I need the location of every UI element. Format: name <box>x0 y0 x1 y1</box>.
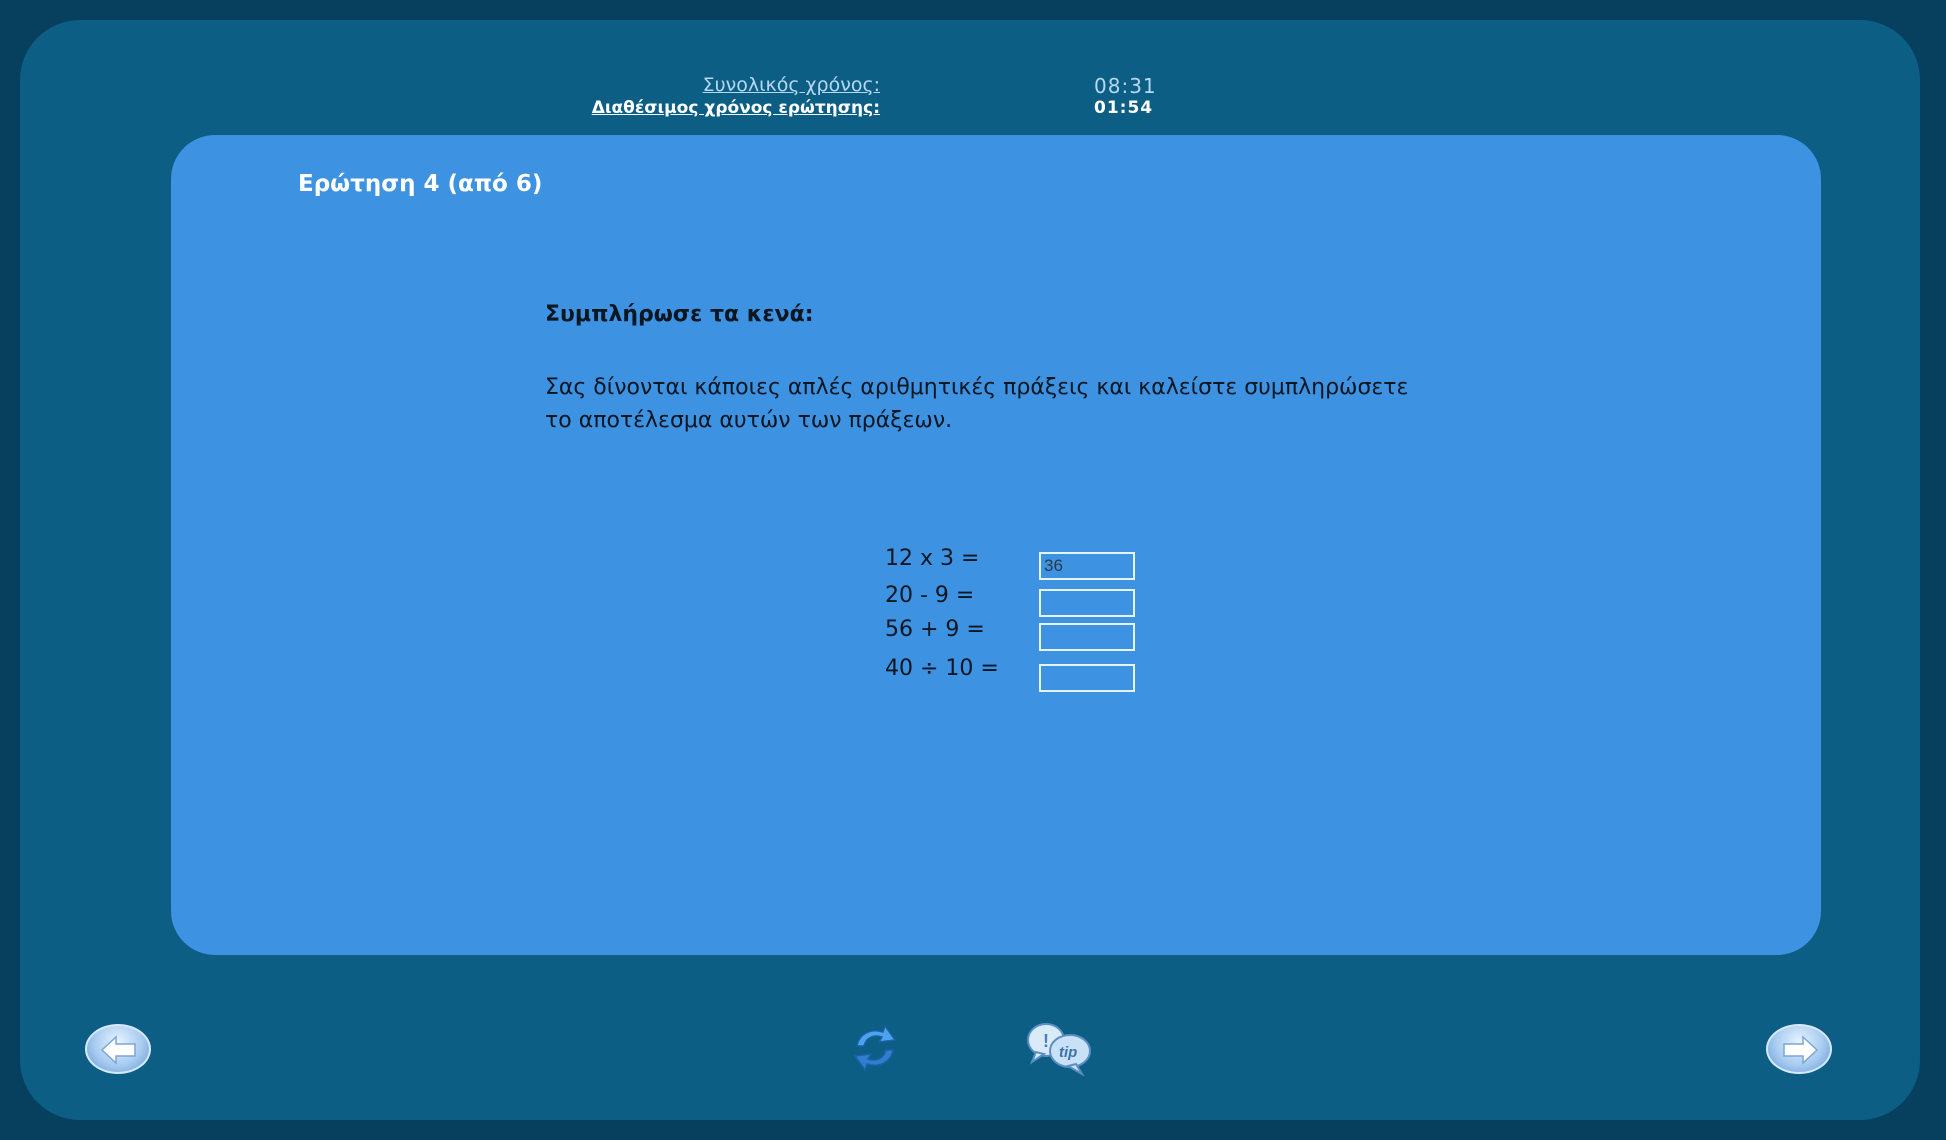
equation-4: 40 ÷ 10 = <box>885 656 999 681</box>
refresh-button[interactable] <box>849 1022 901 1078</box>
next-button[interactable] <box>1766 1024 1832 1074</box>
equation-1: 12 x 3 = <box>885 546 980 571</box>
answer-input-1[interactable]: 36 <box>1039 552 1135 580</box>
tip-button[interactable]: ! tip <box>1026 1020 1096 1080</box>
equation-3: 56 + 9 = <box>885 617 985 642</box>
tip-icon: ! tip <box>1027 1023 1091 1077</box>
total-time-row: Συνολικός χρόνος: 08:31 <box>0 74 1946 98</box>
answer-input-4[interactable] <box>1039 664 1135 692</box>
svg-text:tip: tip <box>1059 1044 1077 1061</box>
answer-input-3[interactable] <box>1039 623 1135 651</box>
question-panel: Ερώτηση 4 (από 6) Συμπλήρωσε τα κενά: Σα… <box>171 135 1821 955</box>
description-line: Σας δίνονται κάποιες απλές αριθμητικές π… <box>545 375 1409 400</box>
question-time-value: 01:54 <box>1094 98 1154 118</box>
equation-2: 20 - 9 = <box>885 583 975 608</box>
total-time-value: 08:31 <box>1094 74 1157 98</box>
question-instruction: Συμπλήρωσε τα κενά: <box>545 302 814 327</box>
answer-input-2[interactable] <box>1039 589 1135 617</box>
svg-text:!: ! <box>1043 1031 1049 1051</box>
total-time-label: Συνολικός χρόνος: <box>702 74 880 96</box>
question-time-row: Διαθέσιμος χρόνος ερώτησης: 01:54 <box>0 98 1946 120</box>
arrow-right-icon <box>1783 1035 1819 1065</box>
question-description: Σας δίνονται κάποιες απλές αριθμητικές π… <box>545 371 1445 437</box>
arrow-left-icon <box>100 1035 136 1065</box>
refresh-icon <box>853 1024 897 1072</box>
question-title: Ερώτηση 4 (από 6) <box>298 171 543 197</box>
question-time-label: Διαθέσιμος χρόνος ερώτησης: <box>591 98 880 118</box>
description-line: το αποτέλεσμα αυτών των πράξεων. <box>545 408 953 433</box>
back-button[interactable] <box>85 1024 151 1074</box>
